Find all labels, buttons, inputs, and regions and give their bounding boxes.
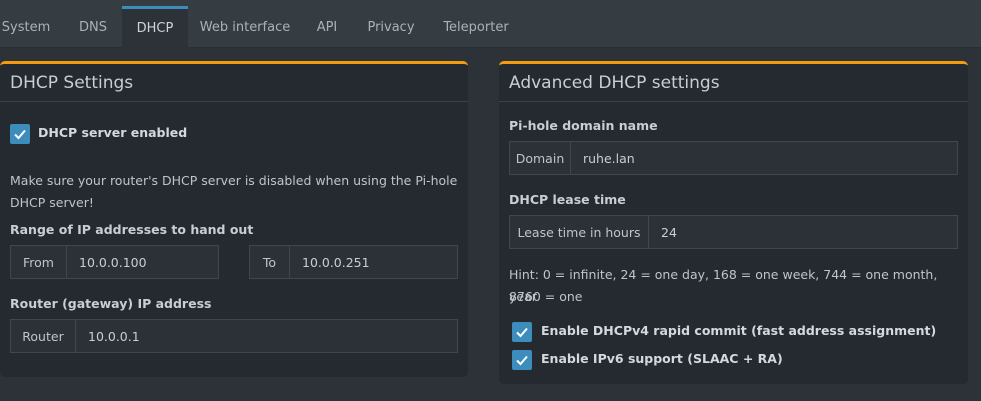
tab-dhcp[interactable]: DHCP	[122, 6, 188, 48]
domain-input[interactable]: ruhe.lan	[571, 142, 957, 174]
lease-addon: Lease time in hours	[510, 216, 649, 248]
rapid-commit-checkbox[interactable]	[512, 322, 532, 342]
check-icon	[516, 327, 528, 338]
lease-label: DHCP lease time	[509, 192, 626, 207]
dhcp-settings-title: DHCP Settings	[0, 64, 468, 102]
domain-label: Pi-hole domain name	[509, 118, 658, 133]
range-to-input[interactable]: 10.0.0.251	[290, 246, 457, 278]
domain-addon: Domain	[510, 142, 571, 174]
router-addon: Router	[11, 320, 76, 352]
lease-hint-line1: Hint: 0 = infinite, 24 = one day, 168 = …	[509, 267, 938, 304]
range-from-group: From 10.0.0.100	[10, 245, 219, 279]
router-warning-line1: Make sure your router's DHCP server is d…	[10, 173, 458, 188]
tab-privacy[interactable]: Privacy	[358, 6, 424, 48]
lease-input[interactable]: 24	[649, 216, 957, 248]
domain-group: Domain ruhe.lan	[509, 141, 958, 175]
from-addon: From	[11, 246, 67, 278]
range-from-input[interactable]: 10.0.0.100	[67, 246, 218, 278]
ipv6-support-checkbox[interactable]	[512, 350, 532, 370]
dhcp-server-enabled-checkbox[interactable]	[10, 124, 30, 144]
check-icon	[14, 129, 26, 140]
check-icon	[516, 355, 528, 366]
ipv6-support-label: Enable IPv6 support (SLAAC + RA)	[541, 351, 783, 366]
range-label: Range of IP addresses to hand out	[10, 222, 254, 237]
lease-hint-line2: year	[509, 289, 537, 304]
router-label: Router (gateway) IP address	[10, 296, 212, 311]
dhcp-settings-box: DHCP Settings DHCP server enabled Make s…	[0, 61, 468, 377]
to-addon: To	[250, 246, 290, 278]
tab-teleporter[interactable]: Teleporter	[434, 6, 518, 48]
dhcp-server-enabled-label: DHCP server enabled	[38, 125, 188, 140]
rapid-commit-label: Enable DHCPv4 rapid commit (fast address…	[541, 323, 937, 338]
tab-system[interactable]: System	[0, 6, 52, 48]
advanced-dhcp-title: Advanced DHCP settings	[499, 64, 968, 102]
router-input[interactable]: 10.0.0.1	[76, 320, 457, 352]
tab-web-interface[interactable]: Web interface	[196, 6, 294, 48]
tab-dns[interactable]: DNS	[66, 6, 120, 48]
advanced-dhcp-box: Advanced DHCP settings Pi-hole domain na…	[499, 61, 968, 384]
router-warning-line2: DHCP server!	[10, 195, 94, 210]
router-group: Router 10.0.0.1	[10, 319, 458, 353]
settings-tabs: System DNS DHCP Web interface API Privac…	[0, 0, 981, 48]
range-to-group: To 10.0.0.251	[249, 245, 458, 279]
tab-api[interactable]: API	[304, 6, 350, 48]
lease-group: Lease time in hours 24	[509, 215, 958, 249]
